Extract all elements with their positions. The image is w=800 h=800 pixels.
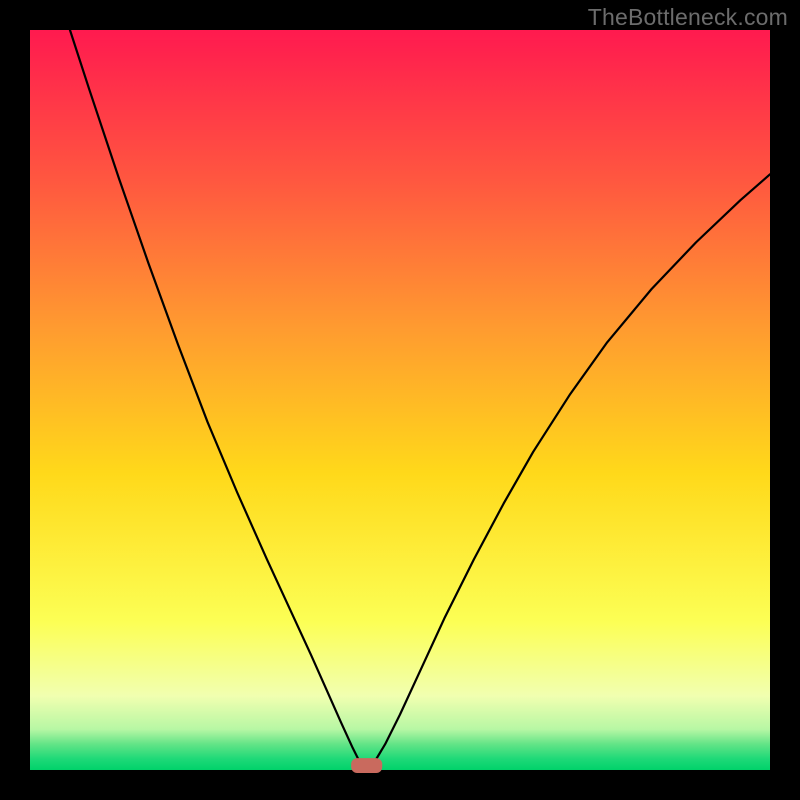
optimal-marker bbox=[351, 758, 382, 773]
watermark-text: TheBottleneck.com bbox=[588, 4, 788, 31]
bottleneck-chart bbox=[0, 0, 800, 800]
chart-frame: TheBottleneck.com bbox=[0, 0, 800, 800]
plot-area bbox=[30, 30, 770, 770]
